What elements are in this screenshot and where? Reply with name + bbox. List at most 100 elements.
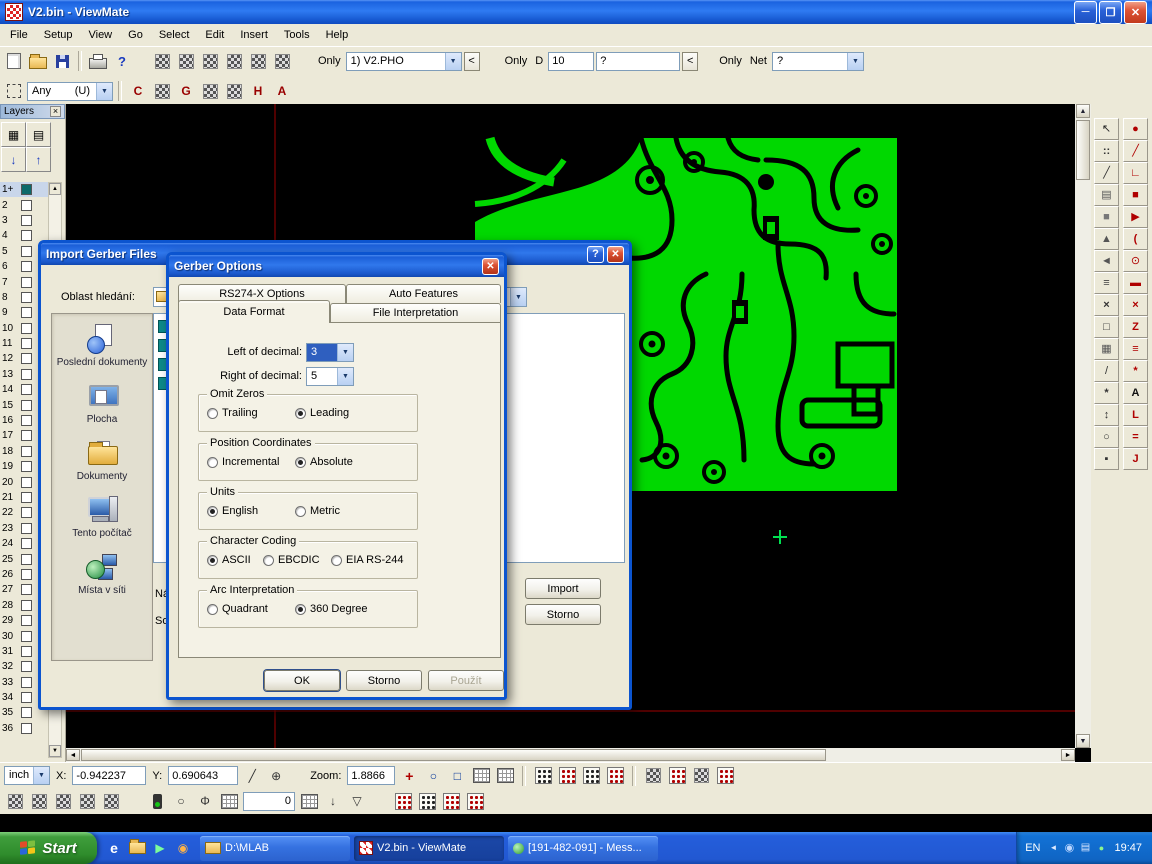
layer-row-1+[interactable]: 1+: [0, 182, 48, 197]
menu-setup[interactable]: Setup: [36, 26, 81, 44]
layer-row-2[interactable]: 2: [0, 197, 48, 212]
stretch-tool-icon[interactable]: ↕: [1094, 404, 1119, 426]
only-net-label[interactable]: Only: [716, 55, 745, 67]
layer-color-box[interactable]: [21, 230, 32, 241]
menu-select[interactable]: Select: [151, 26, 198, 44]
grid-table-icon[interactable]: [218, 790, 240, 812]
layer-color-box[interactable]: [21, 323, 32, 334]
dcode-grid-icon[interactable]: [199, 50, 221, 72]
layer-color-box[interactable]: [21, 277, 32, 288]
sel-pattern-3-icon[interactable]: [440, 790, 462, 812]
layer-color-box[interactable]: [21, 400, 32, 411]
layer-color-box[interactable]: [21, 723, 32, 734]
zoom-in-icon[interactable]: +: [398, 765, 420, 787]
gerber-dialog-titlebar[interactable]: Gerber Options ✕: [169, 255, 504, 277]
layer-row-36[interactable]: 36: [0, 721, 48, 736]
layer-color-box[interactable]: [21, 461, 32, 472]
target-pad-tool-icon[interactable]: ⊙: [1123, 250, 1148, 272]
x-coordinate[interactable]: -0.942237: [72, 766, 146, 785]
radio-eia-rs244[interactable]: EIA RS-244: [331, 554, 403, 566]
zoom-fit-icon[interactable]: □: [446, 765, 468, 787]
measure-icon[interactable]: ╱: [241, 765, 263, 787]
goto-icon[interactable]: G: [175, 80, 197, 102]
prev-dcode-button[interactable]: <: [682, 52, 698, 71]
layer-color-box[interactable]: [21, 430, 32, 441]
left-of-decimal-combo[interactable]: 3 ▼: [306, 343, 354, 362]
circle-phi-icon[interactable]: Φ: [194, 790, 216, 812]
scroll-up-icon[interactable]: ▲: [1076, 104, 1090, 118]
layer-color-box[interactable]: [21, 369, 32, 380]
trace-tool-icon[interactable]: ╱: [1123, 140, 1148, 162]
green-launcher-icon[interactable]: ▶: [151, 839, 169, 857]
task-messenger[interactable]: [191-482-091] - Mess...: [508, 836, 658, 861]
storno-button[interactable]: Storno: [525, 604, 601, 625]
tab-auto-features[interactable]: Auto Features: [346, 284, 501, 303]
scroll-down-icon[interactable]: ▼: [49, 745, 61, 757]
layer-color-box[interactable]: [21, 307, 32, 318]
scroll-right-icon[interactable]: ►: [1061, 749, 1075, 761]
scroll-down-icon[interactable]: ▼: [1076, 734, 1090, 748]
play-tool-icon[interactable]: ▶: [1123, 206, 1148, 228]
trace-view-black-icon[interactable]: [580, 765, 602, 787]
storno-button[interactable]: Storno: [346, 670, 422, 691]
radio-english[interactable]: English: [207, 505, 258, 517]
layer-combo[interactable]: 1) V2.PHO ▼: [346, 52, 462, 71]
tab-file-interpretation[interactable]: File Interpretation: [330, 303, 501, 322]
only-d-label[interactable]: Only: [502, 55, 531, 67]
mask-mode-icon[interactable]: [714, 765, 736, 787]
trace-view-red-icon[interactable]: [604, 765, 626, 787]
aperture-list-icon[interactable]: [175, 50, 197, 72]
layer-color-box[interactable]: [21, 554, 32, 565]
line-tool-icon[interactable]: ╱: [1094, 162, 1119, 184]
explorer-folder-icon[interactable]: [128, 839, 146, 857]
minimize-button[interactable]: ─: [1074, 1, 1097, 24]
grid-value-input[interactable]: 0: [243, 792, 295, 811]
context-help-icon[interactable]: ?: [111, 50, 133, 72]
rect-pad-tool-icon[interactable]: ■: [1123, 184, 1148, 206]
import-button[interactable]: Import: [525, 578, 601, 599]
zoom-window-icon[interactable]: ○: [422, 765, 444, 787]
layers-stack-button[interactable]: ▤: [26, 122, 51, 147]
layer-colors-icon[interactable]: [52, 790, 74, 812]
menu-insert[interactable]: Insert: [232, 26, 276, 44]
layer-color-box[interactable]: [21, 631, 32, 642]
grid-toggle-icon[interactable]: [470, 765, 492, 787]
delete-tool-icon[interactable]: ×: [1123, 294, 1148, 316]
print-icon[interactable]: [87, 50, 109, 72]
anchor-down-icon[interactable]: ↓: [322, 790, 344, 812]
bar-pad-tool-icon[interactable]: ▬: [1123, 272, 1148, 294]
internet-explorer-icon[interactable]: e: [105, 839, 123, 857]
ring-tool-icon[interactable]: ○: [1094, 426, 1119, 448]
grid-tool-icon[interactable]: ▦: [1094, 338, 1119, 360]
layer-color-box[interactable]: [21, 246, 32, 257]
layer-color-box[interactable]: [21, 615, 32, 626]
unit-combo[interactable]: inch ▼: [4, 766, 50, 785]
open-file-icon[interactable]: [27, 50, 49, 72]
sel-pattern-1-icon[interactable]: [392, 790, 414, 812]
grid-snap-icon[interactable]: [494, 765, 516, 787]
frame-tool-icon[interactable]: □: [1094, 316, 1119, 338]
only-layer-label[interactable]: Only: [315, 55, 344, 67]
sel-pattern-2-icon[interactable]: [416, 790, 438, 812]
layer-color-box[interactable]: [21, 569, 32, 580]
canvas-vscrollbar[interactable]: ▲ ▼: [1075, 104, 1091, 748]
dcode-input[interactable]: 10: [548, 52, 594, 71]
circle-outline-icon[interactable]: ○: [170, 790, 192, 812]
y-coordinate[interactable]: 0.690643: [168, 766, 238, 785]
task-viewmate[interactable]: V2.bin - ViewMate: [354, 836, 504, 861]
fill-mode-icon[interactable]: [642, 765, 664, 787]
slash-tool-icon[interactable]: /: [1094, 360, 1119, 382]
layer-color-box[interactable]: [21, 661, 32, 672]
place-desktop[interactable]: Plocha: [54, 381, 150, 425]
layer-color-box[interactable]: [21, 215, 32, 226]
language-bar-icon[interactable]: ◉: [1062, 840, 1076, 856]
layer-color-box[interactable]: [21, 415, 32, 426]
volume-icon[interactable]: ▤: [1078, 840, 1092, 856]
dcode-query-input[interactable]: ?: [596, 52, 680, 71]
hscroll-thumb[interactable]: [81, 749, 826, 761]
select-mode-icon[interactable]: [3, 80, 25, 102]
l-tool-icon[interactable]: L: [1123, 404, 1148, 426]
menu-edit[interactable]: Edit: [197, 26, 232, 44]
anchor-corner-icon[interactable]: ▽: [346, 790, 368, 812]
place-network[interactable]: Místa v síti: [54, 552, 150, 596]
